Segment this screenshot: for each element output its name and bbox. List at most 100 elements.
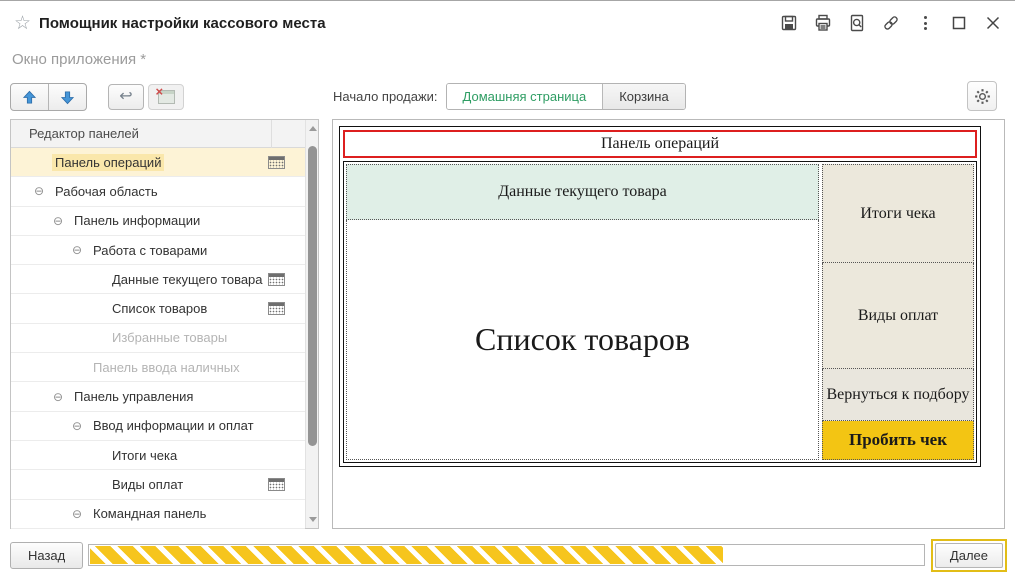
sale-start-label: Начало продажи:: [333, 89, 438, 104]
tree-item[interactable]: ⊖ Панель управления: [11, 382, 305, 412]
collapse-icon[interactable]: ⊖: [72, 420, 90, 432]
maximize-icon[interactable]: [947, 11, 971, 35]
move-buttons-group: [10, 83, 87, 111]
preview-commit-receipt-button[interactable]: Пробить чек: [822, 421, 974, 460]
tree-item-label: Рабочая область: [55, 183, 158, 199]
preview-payment-types-panel[interactable]: Виды оплат: [822, 263, 974, 369]
preview-receipt-totals-panel[interactable]: Итоги чека: [822, 164, 974, 263]
preview-items-list-panel[interactable]: Список товаров: [346, 220, 819, 460]
tree-rows: Панель операций ⊖ Рабочая область ⊖ Панель и…: [11, 148, 305, 529]
preview-root-area: Панель операций Данные текущего товара С…: [339, 126, 981, 467]
tree-item[interactable]: ⊖ Рабочая область: [11, 177, 305, 207]
tree-item-label: Список товаров: [112, 301, 208, 317]
sale-start-segmented: Домашняя страница Корзина: [445, 83, 686, 110]
print-icon[interactable]: [811, 11, 835, 35]
tree-item[interactable]: ⊖ Работа с товарами: [11, 235, 305, 266]
scroll-up-icon[interactable]: [309, 126, 317, 131]
progress-bar: [88, 544, 925, 566]
reset-button[interactable]: ↩: [108, 84, 144, 110]
settings-button[interactable]: [967, 81, 997, 111]
tree-item[interactable]: Панель операций: [11, 148, 305, 178]
form-subtitle: Окно приложения *: [12, 51, 147, 68]
table-icon: [268, 302, 285, 316]
preview-operations-panel[interactable]: Панель операций: [343, 130, 977, 158]
next-button-ring[interactable]: Далее: [930, 539, 1007, 572]
panel-toolbar: ↩: [10, 83, 184, 111]
tree-item[interactable]: Данные текущего товара: [11, 265, 305, 295]
preview-current-item-panel[interactable]: Данные текущего товара: [346, 164, 819, 220]
tree-item-label: Избранные товары: [112, 330, 228, 346]
tree-item[interactable]: ⊖ Ввод информации и оплат: [11, 411, 305, 441]
titlebar-actions: [777, 11, 1005, 35]
undo-icon: ↩: [119, 88, 133, 105]
move-down-button[interactable]: [48, 84, 86, 110]
tree-item-label: Панель информации: [74, 213, 201, 229]
sale-start-control: Начало продажи: Домашняя страница Корзина: [333, 83, 686, 110]
panel-editor-tree: Редактор панелей Панель операций ⊖ Рабочая…: [10, 119, 319, 529]
tree-item[interactable]: ⊖ Командная панель: [11, 499, 305, 529]
tree-item-label: Панель ввода наличных: [93, 359, 240, 375]
progress-fill: [90, 546, 724, 564]
layout-preview: Панель операций Данные текущего товара С…: [332, 119, 1005, 529]
move-up-button[interactable]: [11, 84, 48, 110]
tree-item-label: Панель управления: [74, 389, 194, 405]
tree-item-label: Командная панель: [93, 506, 207, 522]
tree-item-label: Данные текущего товара: [112, 271, 263, 287]
preview-work-area: Данные текущего товара Список товаров Ит…: [343, 161, 977, 463]
tree-item[interactable]: Панель ввода наличных: [11, 353, 305, 383]
tree-item[interactable]: Список товаров: [11, 294, 305, 324]
table-icon: [268, 478, 285, 492]
app-window: ☆ Помощник настройки кассового места Окн…: [0, 0, 1015, 575]
preview-back-to-selection-button[interactable]: Вернуться к подбору: [822, 369, 974, 421]
favorite-star-icon[interactable]: ☆: [14, 12, 31, 35]
tree-item[interactable]: ⊖ Панель информации: [11, 206, 305, 236]
collapse-icon[interactable]: ⊖: [53, 215, 71, 227]
collapse-icon[interactable]: ⊖: [72, 508, 90, 520]
scroll-down-icon[interactable]: [309, 517, 317, 522]
tree-item[interactable]: Виды оплат: [11, 470, 305, 500]
remove-table-button[interactable]: [148, 84, 184, 110]
collapse-icon[interactable]: ⊖: [53, 391, 71, 403]
table-icon: [268, 273, 285, 287]
close-icon[interactable]: [981, 11, 1005, 35]
collapse-icon[interactable]: ⊖: [72, 244, 90, 256]
remove-table-icon: [156, 84, 175, 104]
more-menu-icon[interactable]: [913, 11, 937, 35]
back-button[interactable]: Назад: [10, 542, 84, 569]
segment-option[interactable]: Корзина: [602, 84, 685, 109]
collapse-icon[interactable]: ⊖: [34, 185, 52, 197]
tree-item-label: Ввод информации и оплат: [93, 418, 254, 434]
tree-item-label: Виды оплат: [112, 476, 184, 492]
scrollbar-thumb[interactable]: [307, 146, 317, 446]
link-icon[interactable]: [879, 11, 903, 35]
gear-icon: [974, 88, 990, 104]
next-button[interactable]: Далее: [934, 543, 1003, 568]
table-icon: [268, 156, 285, 169]
segment-selected[interactable]: Домашняя страница: [446, 84, 603, 109]
save-icon[interactable]: [777, 11, 801, 35]
page-title: Помощник настройки кассового места: [39, 14, 326, 32]
preview-left-column: Данные текущего товара Список товаров: [346, 164, 819, 460]
tree-item-label: Панель операций: [52, 153, 165, 171]
titlebar: ☆ Помощник настройки кассового места: [0, 1, 1015, 45]
tree-scrollbar[interactable]: [305, 120, 318, 528]
tree-item[interactable]: Итоги чека: [11, 440, 305, 471]
tree-item-label: Итоги чека: [112, 447, 178, 463]
tree-item-label: Работа с товарами: [93, 242, 208, 258]
print-preview-icon[interactable]: [845, 11, 869, 35]
tree-item[interactable]: Избранные товары: [11, 323, 305, 354]
preview-right-column: Итоги чека Виды оплат Вернуться к подбор…: [822, 164, 974, 460]
